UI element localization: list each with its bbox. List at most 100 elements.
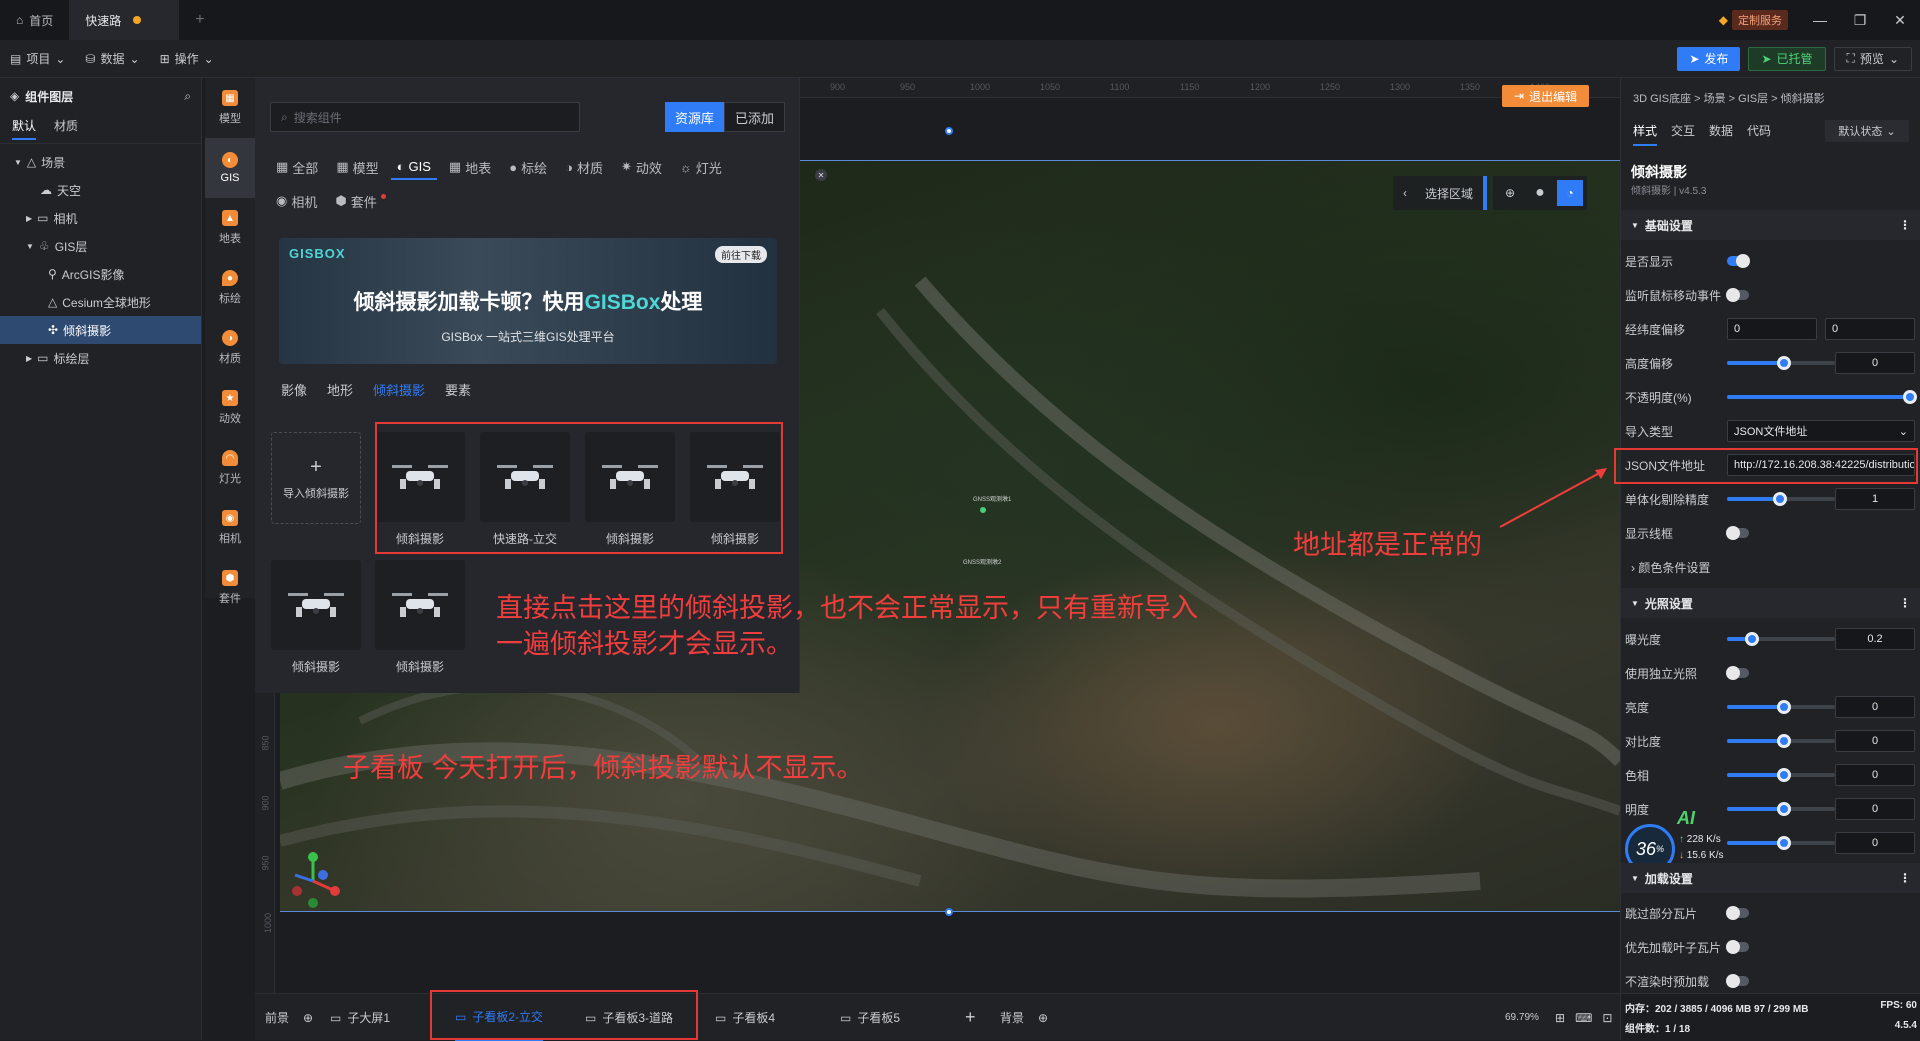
- state-select[interactable]: 默认状态 ⌄: [1825, 120, 1909, 142]
- visible-toggle[interactable]: [1727, 254, 1750, 268]
- tree-item-oblique-photo[interactable]: ✣ 倾斜摄影: [0, 316, 201, 344]
- tab-default[interactable]: 默认: [12, 117, 37, 140]
- opacity-slider[interactable]: [1727, 390, 1917, 404]
- tree-item-scene[interactable]: ▼ △ 场景: [0, 148, 201, 176]
- cat-plot[interactable]: ● 标绘: [503, 154, 553, 180]
- select-region-control[interactable]: ‹ 选择区域: [1393, 176, 1484, 210]
- orbit-icon[interactable]: ◔: [1557, 180, 1584, 206]
- extra-slider[interactable]: [1727, 836, 1835, 850]
- section-light[interactable]: ▼ 光照设置 ⋮: [1621, 588, 1920, 618]
- cat-material[interactable]: ◑ 材质: [559, 154, 609, 180]
- wireframe-toggle[interactable]: [1726, 526, 1749, 540]
- subtab-imagery[interactable]: 影像: [281, 380, 307, 399]
- screen-tab[interactable]: ▭ 子大屏1: [330, 994, 390, 1041]
- close-icon[interactable]: ✕: [815, 169, 827, 181]
- cat-kit[interactable]: ⬢ 套件: [329, 188, 391, 214]
- project-menu[interactable]: ▤ 项目 ⌄: [0, 40, 75, 78]
- import-type-select[interactable]: JSON文件地址 ⌄: [1727, 420, 1915, 442]
- tree-item-plot-layer[interactable]: ▶ ▭ 标绘层: [0, 344, 201, 372]
- cat-surface[interactable]: ▦ 地表: [443, 154, 497, 180]
- simplify-slider[interactable]: [1727, 492, 1835, 506]
- category-effect[interactable]: ★ 动效: [205, 378, 255, 438]
- new-tab-button[interactable]: +: [179, 0, 220, 40]
- cat-gis[interactable]: ◐ GIS: [390, 154, 437, 180]
- foreground-tab[interactable]: 前景 ⊕: [265, 994, 313, 1041]
- more-icon[interactable]: ⋮: [1899, 871, 1911, 885]
- added-button[interactable]: 已添加: [724, 102, 786, 132]
- brightness-slider[interactable]: [1727, 700, 1835, 714]
- component-card[interactable]: 倾斜摄影: [271, 560, 361, 682]
- lng-offset-input[interactable]: 0: [1727, 318, 1817, 340]
- resize-handle[interactable]: [945, 908, 953, 916]
- preload-toggle[interactable]: [1726, 974, 1749, 988]
- add-screen-button[interactable]: +: [965, 994, 976, 1041]
- gisbox-banner[interactable]: GISBOX 前往下载 倾斜摄影加载卡顿？快用GISBox处理 GISBox 一…: [279, 238, 777, 364]
- fit-screen-icon[interactable]: ⊞: [1555, 1011, 1565, 1025]
- search-box[interactable]: ⌕ 搜索组件: [270, 102, 580, 132]
- add-circle-icon[interactable]: ⊕: [1038, 1011, 1048, 1025]
- skip-tiles-toggle[interactable]: [1726, 906, 1749, 920]
- keyboard-icon[interactable]: ⌨: [1575, 1011, 1592, 1025]
- tab-expressway[interactable]: 快速路: [69, 0, 180, 40]
- tab-code[interactable]: 代码: [1747, 122, 1771, 146]
- custom-service-button[interactable]: ◆ 定制服务: [1719, 10, 1788, 30]
- cat-camera[interactable]: ◉ 相机: [270, 188, 323, 214]
- terminal-icon[interactable]: ⊡: [1602, 1011, 1612, 1025]
- tab-data[interactable]: 数据: [1709, 122, 1733, 146]
- tree-item-camera[interactable]: ▶ ▭ 相机: [0, 204, 201, 232]
- cat-effect[interactable]: ✷ 动效: [615, 154, 668, 180]
- lightness-slider[interactable]: [1727, 802, 1835, 816]
- simplify-input[interactable]: 1: [1835, 488, 1915, 510]
- subtab-terrain[interactable]: 地形: [327, 380, 353, 399]
- mouse-move-toggle[interactable]: [1726, 288, 1749, 302]
- publish-button[interactable]: ➤ 发布: [1677, 46, 1741, 71]
- banner-download-badge[interactable]: 前往下载: [715, 246, 767, 263]
- more-icon[interactable]: ⋮: [1899, 218, 1911, 232]
- category-camera[interactable]: ◉ 相机: [205, 498, 255, 558]
- tree-item-cesium-terrain[interactable]: △ Cesium全球地形: [0, 288, 201, 316]
- section-load[interactable]: ▼ 加载设置 ⋮: [1621, 863, 1920, 893]
- axes-gizmo[interactable]: [285, 851, 345, 911]
- hosted-button[interactable]: ➤ 已托管: [1748, 46, 1826, 71]
- globe-icon[interactable]: ⊕: [1497, 180, 1523, 206]
- ai-badge[interactable]: AI: [1677, 808, 1695, 829]
- minimize-button[interactable]: —: [1800, 0, 1840, 40]
- background-tab[interactable]: 背景 ⊕: [1000, 994, 1048, 1041]
- lat-offset-input[interactable]: 0: [1825, 318, 1915, 340]
- close-button[interactable]: ✕: [1880, 0, 1920, 40]
- category-light[interactable]: ◠ 灯光: [205, 438, 255, 498]
- tab-home[interactable]: ⌂ 首页: [0, 0, 69, 40]
- extra-input[interactable]: 0: [1835, 832, 1915, 854]
- exit-edit-button[interactable]: ⇥ 退出编辑: [1502, 85, 1590, 107]
- operate-menu[interactable]: ⊞ 操作 ⌄: [150, 40, 224, 78]
- prefer-leaf-toggle[interactable]: [1726, 940, 1749, 954]
- cat-all[interactable]: ▦ 全部: [270, 154, 324, 180]
- screen-tab[interactable]: ▭ 子看板5: [840, 994, 900, 1041]
- tree-item-arcgis[interactable]: ⚲ ArcGIS影像: [0, 260, 201, 288]
- preview-button[interactable]: ⛶ 预览 ⌄: [1833, 46, 1912, 71]
- exposure-slider[interactable]: [1727, 632, 1835, 646]
- tab-style[interactable]: 样式: [1633, 122, 1658, 146]
- add-circle-icon[interactable]: ⊕: [303, 1011, 313, 1025]
- height-slider[interactable]: [1727, 356, 1835, 370]
- color-condition-expander[interactable]: › 颜色条件设置: [1631, 559, 1710, 576]
- more-icon[interactable]: ⋮: [1899, 596, 1911, 610]
- independent-light-toggle[interactable]: [1726, 666, 1749, 680]
- tab-interaction[interactable]: 交互: [1671, 122, 1695, 146]
- search-input[interactable]: 搜索组件: [294, 109, 342, 126]
- exposure-input[interactable]: 0.2: [1835, 628, 1915, 650]
- tree-item-gis-layer[interactable]: ▼ ♧ GIS层: [0, 232, 201, 260]
- cat-model[interactable]: ▦ 模型: [330, 154, 384, 180]
- cat-light[interactable]: ☼ 灯光: [674, 154, 728, 180]
- category-surface[interactable]: ▲ 地表: [205, 198, 255, 258]
- import-oblique-card[interactable]: + 导入倾斜摄影: [271, 432, 361, 524]
- brightness-input[interactable]: 0: [1835, 696, 1915, 718]
- category-model[interactable]: ▦ 模型: [205, 78, 255, 138]
- zoom-level[interactable]: 69.79%: [1505, 994, 1539, 1041]
- screen-tab[interactable]: ▭ 子看板4: [715, 994, 775, 1041]
- category-gis[interactable]: ◐ GIS: [205, 138, 255, 198]
- lightness-input[interactable]: 0: [1835, 798, 1915, 820]
- tree-item-sky[interactable]: ☁ 天空: [0, 176, 201, 204]
- category-material[interactable]: ◑ 材质: [205, 318, 255, 378]
- restore-button[interactable]: ❐: [1840, 0, 1880, 40]
